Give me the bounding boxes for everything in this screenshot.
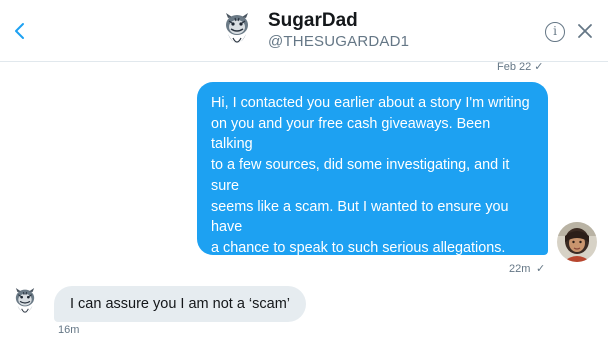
info-icon[interactable]: i (545, 22, 565, 42)
contact-avatar[interactable] (219, 12, 255, 50)
contact-name[interactable]: SugarDad (268, 10, 358, 32)
outgoing-message-bubble[interactable]: Hi, I contacted you earlier about a stor… (197, 82, 548, 318)
message-timestamp: 22m (509, 263, 531, 275)
message-line: Hi, I contacted you earlier about a stor… (211, 95, 530, 111)
close-icon[interactable] (576, 22, 594, 40)
contact-message-avatar[interactable] (10, 285, 40, 321)
message-line: Would you care to comment? Or would you … (211, 260, 507, 277)
my-avatar[interactable] (557, 222, 597, 262)
contact-handle[interactable]: @THESUGARDAD1 (268, 33, 409, 50)
message-line: seems like a scam. But I wanted to ensur… (211, 198, 509, 236)
conversation-header: SugarDad @THESUGARDAD1 i (0, 0, 608, 62)
message-line: to a few sources, did some investigating… (211, 157, 510, 194)
date-separator: Feb 22 ✓ (497, 61, 544, 73)
chevron-left-icon[interactable] (8, 17, 32, 45)
incoming-message-bubble[interactable]: I can assure you I am not a ‘scam’ (54, 286, 307, 322)
message-timestamp: 16m (58, 324, 80, 336)
read-check-icon: ✓ (536, 263, 546, 275)
message-line: on you and your free cash giveaways. Bee… (211, 115, 491, 153)
message-line: a chance to speak to such serious allega… (211, 239, 506, 256)
